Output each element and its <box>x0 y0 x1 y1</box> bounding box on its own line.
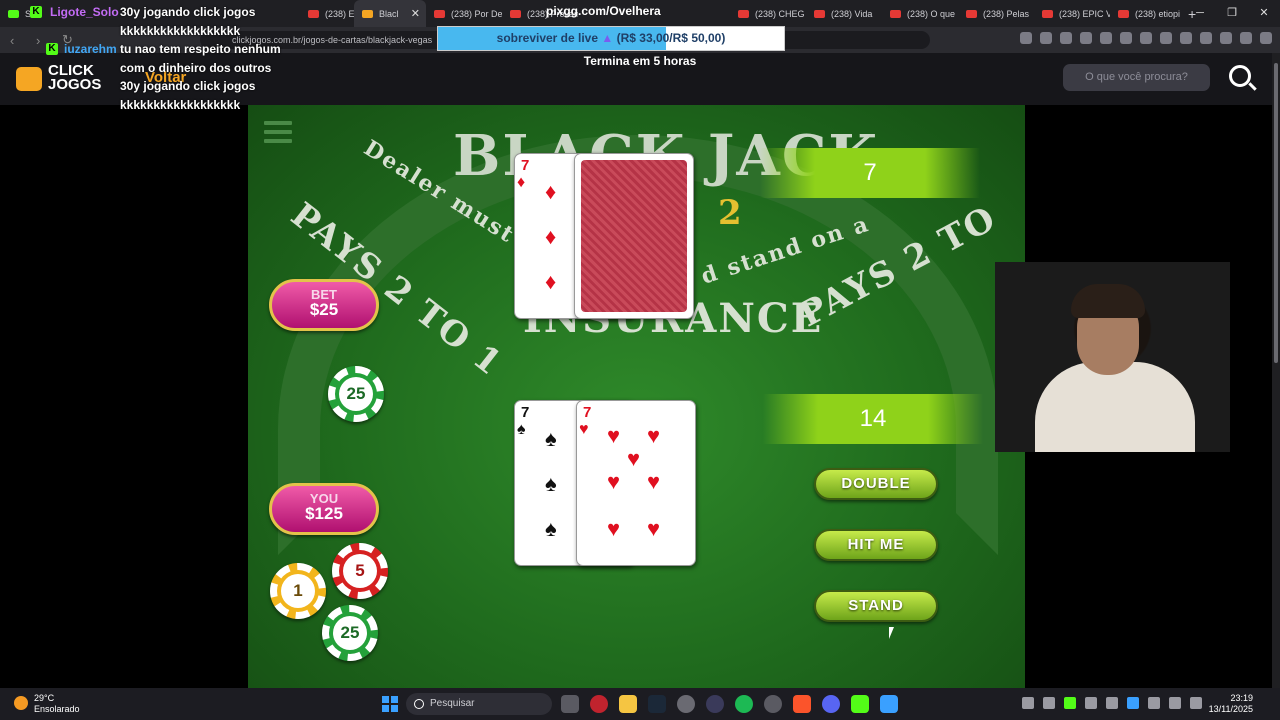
taskbar-clock[interactable]: 23:19 13/11/2025 <box>1205 693 1253 715</box>
search-icon[interactable] <box>1229 65 1251 87</box>
tray-icon[interactable] <box>1106 697 1118 709</box>
search-input[interactable]: O que você procura? <box>1063 64 1210 91</box>
game-icon <box>362 10 373 18</box>
bet-chip[interactable]: 25 <box>328 366 384 422</box>
youtube-icon <box>814 10 825 18</box>
page-scrollbar[interactable] <box>1272 53 1280 688</box>
youtube-icon <box>308 10 319 18</box>
blackjack-game[interactable]: BLACK JACK PAYS 2 TO 1 Dealer must d d s… <box>248 105 1025 688</box>
volume-icon[interactable] <box>1190 697 1202 709</box>
stand-button[interactable]: STAND <box>814 590 938 622</box>
discord-icon[interactable] <box>822 695 840 713</box>
youtube-icon <box>966 10 977 18</box>
chip-1[interactable]: 1 <box>270 563 326 619</box>
pixgg-link: pixgg.com/Ovelhera <box>546 4 661 18</box>
browser-tab[interactable]: (238) EPIC V <box>1034 0 1110 27</box>
dealer-score: 7 <box>760 148 980 198</box>
minimize-icon[interactable]: ─ <box>1184 0 1216 27</box>
window-controls: ─ ❐ ✕ <box>1184 0 1280 27</box>
tray-icon[interactable] <box>1064 697 1076 709</box>
microphone-icon[interactable] <box>1148 697 1160 709</box>
extension-icon[interactable] <box>1060 32 1072 44</box>
extension-icon[interactable] <box>1040 32 1052 44</box>
brave-icon[interactable] <box>793 695 811 713</box>
browser-tab[interactable]: (238) Vida <box>806 0 882 27</box>
kick-badge-icon: K <box>30 6 42 18</box>
taskbar-apps <box>561 695 898 713</box>
youtube-icon <box>1042 10 1053 18</box>
dealer-card-face-down <box>574 153 694 319</box>
task-view-icon[interactable] <box>561 695 579 713</box>
taskbar-search[interactable]: Pesquisar <box>406 693 552 715</box>
spotify-icon[interactable] <box>735 695 753 713</box>
webcam-feed <box>995 262 1230 452</box>
site-logo[interactable]: CLICK JOGOS <box>48 64 101 92</box>
goal-icon: ▲ <box>601 31 613 45</box>
browser-tab[interactable]: (238) Por De <box>426 0 502 27</box>
restore-icon[interactable]: ❐ <box>1216 0 1248 27</box>
hamburger-menu-icon[interactable] <box>264 121 292 143</box>
screen: S (238) EUA: r Blacl✕ (238) Por De (238)… <box>0 0 1280 720</box>
app-icon[interactable] <box>677 695 695 713</box>
menu-icon[interactable] <box>1260 32 1272 44</box>
extension-icon[interactable] <box>1120 32 1132 44</box>
close-window-icon[interactable]: ✕ <box>1248 0 1280 27</box>
browser-tab[interactable]: (238) etiopi <box>1110 0 1180 27</box>
extension-icon[interactable] <box>1100 32 1112 44</box>
network-icon[interactable] <box>1169 697 1181 709</box>
extension-icon[interactable] <box>1140 32 1152 44</box>
file-explorer-icon[interactable] <box>619 695 637 713</box>
extension-icon[interactable] <box>1160 32 1172 44</box>
kick-icon <box>8 10 19 18</box>
double-button[interactable]: DOUBLE <box>814 468 938 500</box>
browser-tab-active[interactable]: Blacl✕ <box>354 0 426 27</box>
app-icon[interactable] <box>706 695 724 713</box>
weather-widget[interactable]: 29°C Ensolarado <box>14 693 80 715</box>
player-score: 14 <box>763 394 983 444</box>
browser-tab[interactable]: S <box>0 0 30 27</box>
card-back-pattern <box>581 160 687 312</box>
steam-icon[interactable] <box>648 695 666 713</box>
extension-icon[interactable] <box>1240 32 1252 44</box>
youtube-icon <box>890 10 901 18</box>
donation-goal-bar: sobreviver de live ▲ (R$ 33,00/R$ 50,00) <box>437 26 785 51</box>
opera-icon[interactable] <box>590 695 608 713</box>
back-arrow-icon[interactable]: ‹ <box>10 33 26 48</box>
tray-icon[interactable] <box>1085 697 1097 709</box>
youtube-icon <box>510 10 521 18</box>
windows-taskbar: 29°C Ensolarado Pesquisar <box>0 688 1280 720</box>
app-icon[interactable] <box>851 695 869 713</box>
system-tray <box>1022 697 1202 709</box>
notepad-icon[interactable] <box>880 695 898 713</box>
logo-icon[interactable] <box>16 67 42 91</box>
arc-text-two: 2 <box>718 193 744 233</box>
chevron-up-icon[interactable] <box>1022 697 1034 709</box>
mouse-cursor-icon <box>889 627 894 639</box>
youtube-icon <box>434 10 445 18</box>
browser-tab[interactable]: (238) Pelas <box>958 0 1034 27</box>
tray-icon[interactable] <box>1043 697 1055 709</box>
windows-start-icon[interactable] <box>382 696 398 712</box>
youtube-icon <box>1118 10 1129 18</box>
extension-icon[interactable] <box>1180 32 1192 44</box>
chip-5[interactable]: 5 <box>332 543 388 599</box>
kick-badge-icon: K <box>46 43 58 55</box>
chip-25[interactable]: 25 <box>322 605 378 661</box>
browser-tab[interactable]: (238) CHEG <box>730 0 806 27</box>
bluetooth-icon[interactable] <box>1127 697 1139 709</box>
close-tab-icon[interactable]: ✕ <box>411 7 420 20</box>
player-card: 7 ♥ ♥ ♥ ♥ ♥ ♥ ♥ ♥ <box>576 400 696 566</box>
hit-me-button[interactable]: HIT ME <box>814 529 938 561</box>
extension-icon[interactable] <box>1020 32 1032 44</box>
bet-badge: BET $25 <box>269 279 379 331</box>
app-icon[interactable] <box>764 695 782 713</box>
browser-tab[interactable]: (238) O que <box>882 0 958 27</box>
browser-tab[interactable]: (238) EUA: r <box>300 0 354 27</box>
extension-icon[interactable] <box>1200 32 1212 44</box>
youtube-icon <box>738 10 749 18</box>
extension-icon[interactable] <box>1220 32 1232 44</box>
extension-icon[interactable] <box>1080 32 1092 44</box>
bank-badge: YOU $125 <box>269 483 379 535</box>
extension-icons <box>1020 32 1272 44</box>
